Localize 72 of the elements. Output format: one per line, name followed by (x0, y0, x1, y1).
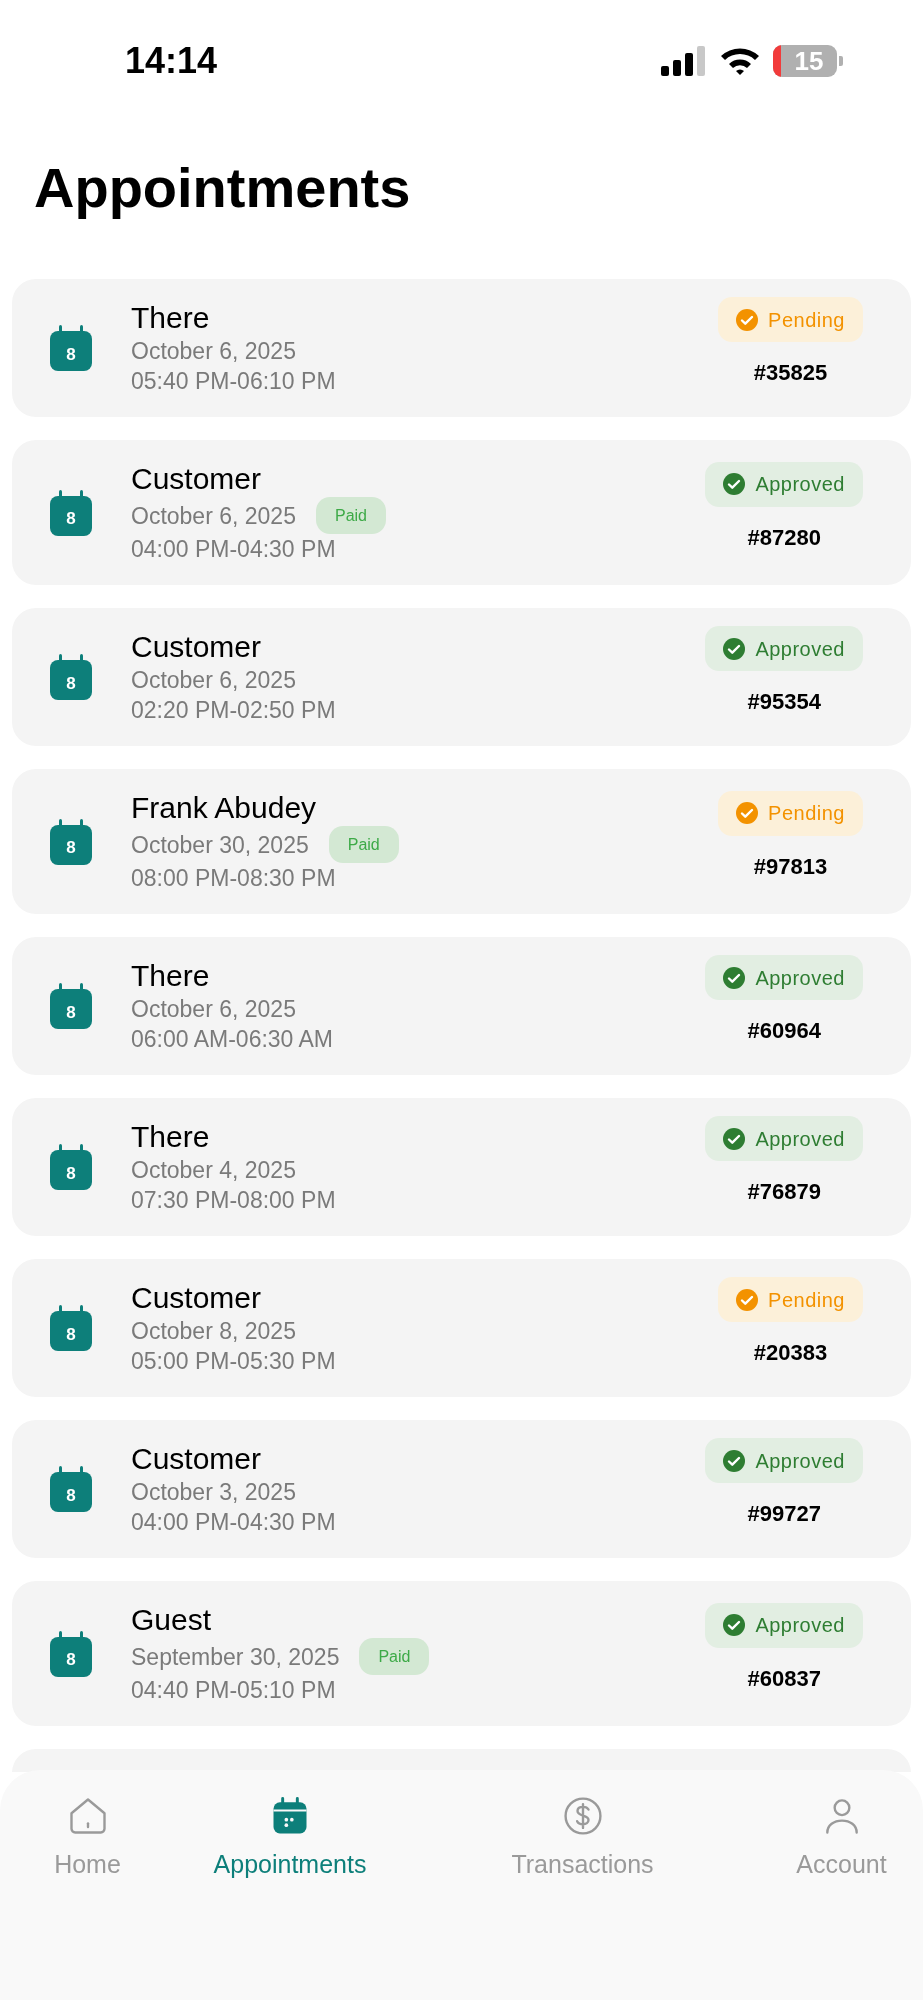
appointment-number: #99727 (747, 1500, 821, 1528)
check-circle-icon (723, 473, 746, 495)
client-name: Customer (131, 629, 262, 665)
appointment-time: 04:00 PM-04:30 PM (131, 1508, 336, 1537)
status-badge: Approved (705, 1116, 863, 1161)
appointment-date: October 6, 2025 (131, 501, 296, 531)
paid-badge: Paid (359, 1638, 430, 1675)
appointment-card[interactable]: 8 Customer October 6, 2025 02:20 PM-02:50 PM Approved #95354 (12, 608, 911, 746)
status-badge: Approved (705, 626, 863, 671)
check-circle-icon (723, 966, 746, 989)
appointment-date: October 6, 2025 (131, 337, 296, 366)
appointment-time: 02:20 PM-02:50 PM (131, 696, 336, 725)
appointment-card[interactable]: 8 Guest September 30, 2025 Paid 04:40 PM-05:10 PM Approved #60837 (12, 1581, 911, 1726)
appointment-date: September 30, 2025 (131, 1642, 340, 1672)
paid-badge: Paid (328, 826, 399, 863)
client-name: There (131, 958, 210, 994)
client-name: Customer (131, 1441, 262, 1477)
appointment-card[interactable]: 8 Frank Abudey October 30, 2025 Paid 08:00 PM-08:30 PM Pending #97813 (12, 769, 911, 914)
appointment-date: October 3, 2025 (131, 1478, 296, 1507)
appointment-card[interactable]: 8 Customer October 8, 2025 05:00 PM-05:30 PM Pending #20383 (12, 1259, 911, 1397)
status-badge: Pending (718, 1277, 863, 1322)
appointment-time: 05:40 PM-06:10 PM (131, 367, 336, 396)
client-name: There (131, 1119, 210, 1155)
signal-icon (661, 46, 707, 76)
appointment-time: 04:00 PM-04:30 PM (131, 535, 336, 564)
appointment-number: #95354 (747, 688, 821, 716)
status-badge: Approved (705, 1438, 863, 1483)
client-name: There (131, 300, 210, 336)
appointment-card[interactable]: 8 There October 6, 2025 05:40 PM-06:10 PM Pending #35825 (12, 279, 911, 417)
check-circle-icon (723, 1614, 746, 1636)
appointment-number: #60837 (747, 1664, 821, 1693)
status-time: 14:14 (125, 39, 218, 83)
check-circle-icon (723, 1449, 746, 1472)
appointment-number: #20383 (753, 1339, 828, 1367)
appointment-number: #76879 (747, 1178, 821, 1206)
status-badge: Approved (705, 1602, 863, 1648)
client-name: Customer (131, 1280, 262, 1316)
appointment-time: 07:30 PM-08:00 PM (131, 1186, 336, 1215)
appointment-time: 05:00 PM-05:30 PM (131, 1347, 336, 1376)
appointment-date: October 30, 2025 (131, 830, 309, 860)
check-circle-icon (736, 308, 759, 331)
appointment-number: #35825 (753, 359, 828, 387)
tab-item[interactable]: Appointments (175, 1794, 405, 1884)
status-badge: Approved (705, 461, 863, 507)
appointment-time: 04:40 PM-05:10 PM (131, 1676, 336, 1705)
battery-indicator: 15 (773, 45, 843, 77)
appointment-number: #87280 (747, 523, 821, 552)
paid-badge: Paid (315, 497, 386, 534)
appointment-card[interactable]: 8 Customer October 6, 2025 Paid 04:00 PM-04:30 PM Approved #87280 (12, 440, 911, 585)
client-name: Frank Abudey (131, 790, 317, 826)
status-badge: Pending (718, 790, 863, 836)
appointment-card[interactable]: 8 There October 6, 2025 06:00 AM-06:30 AM Approved #60964 (12, 937, 911, 1075)
appointment-date: October 6, 2025 (131, 995, 296, 1024)
status-badge: Approved (705, 955, 863, 1000)
status-badge: Pending (718, 297, 863, 342)
appointment-date: October 4, 2025 (131, 1156, 296, 1185)
check-circle-icon (723, 637, 746, 660)
client-name: Guest (131, 1602, 212, 1638)
check-circle-icon (723, 1127, 746, 1150)
client-name: Customer (131, 461, 262, 497)
appointment-time: 06:00 AM-06:30 AM (131, 1025, 333, 1054)
check-circle-icon (736, 802, 759, 824)
page-title: Appointments (33, 156, 411, 220)
appointment-card[interactable]: 8 There October 4, 2025 07:30 PM-08:00 PM Approved #76879 (12, 1098, 911, 1236)
check-circle-icon (736, 1288, 759, 1311)
appointment-date: October 8, 2025 (131, 1317, 296, 1346)
wifi-icon (719, 46, 761, 76)
appointment-number: #60964 (747, 1017, 821, 1045)
appointment-card[interactable]: 8 Customer October 3, 2025 04:00 PM-04:30 PM Approved #99727 (12, 1420, 911, 1558)
appointment-time: 08:00 PM-08:30 PM (131, 864, 336, 893)
appointment-date: October 6, 2025 (131, 666, 296, 695)
appointment-number: #97813 (753, 852, 828, 881)
